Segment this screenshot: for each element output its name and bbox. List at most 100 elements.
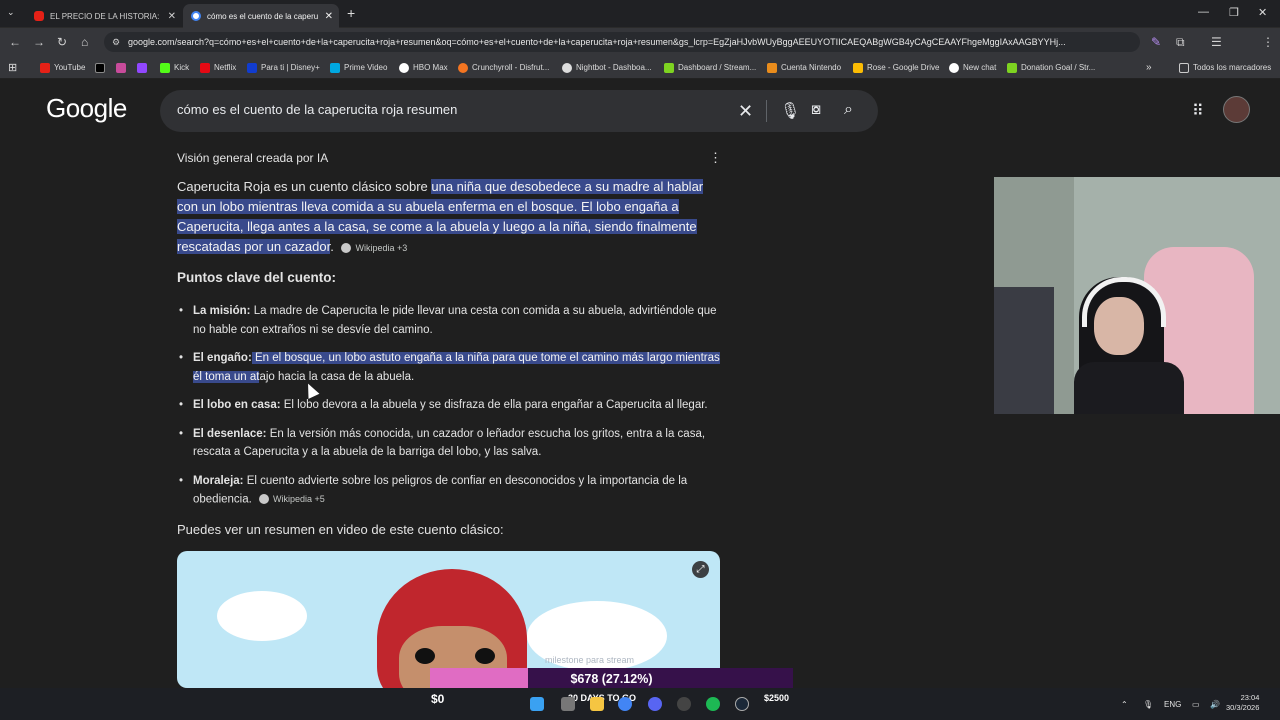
bookmark-kick[interactable]: Kick <box>160 56 189 79</box>
search-icon[interactable]: ⌕ <box>844 101 853 119</box>
list-item: El desenlace: En la versión más conocida… <box>179 425 728 462</box>
home-icon[interactable]: ⌂ <box>81 35 88 49</box>
bookmark-ext-1[interactable] <box>116 56 130 79</box>
google-icon <box>191 11 201 21</box>
new-tab-button[interactable]: + <box>347 5 355 21</box>
discord-icon[interactable] <box>648 697 662 711</box>
address-bar[interactable]: ⚙ google.com/search?q=cómo+es+el+cuento+… <box>104 32 1140 52</box>
character-eye <box>415 648 435 664</box>
ai-summary: Caperucita Roja es un cuento clásico sob… <box>177 177 722 258</box>
bookmark-nightbot[interactable]: Nightbot - Dashboa... <box>562 56 652 79</box>
bookmark-youtube[interactable]: YouTube <box>40 56 85 79</box>
more-options-icon[interactable]: ⋮ <box>709 150 722 166</box>
bookmark-hbo[interactable]: HBO Max <box>399 56 448 79</box>
reload-icon[interactable]: ↻ <box>57 35 67 49</box>
person-body <box>1074 362 1184 414</box>
display-icon[interactable]: ▭ <box>1192 700 1200 709</box>
search-box[interactable]: cómo es el cuento de la caperucita roja … <box>160 90 878 132</box>
bookmark-crunchyroll[interactable]: Crunchyroll - Disfrut... <box>458 56 549 79</box>
disney-icon <box>247 62 257 73</box>
twitch-icon <box>137 62 147 73</box>
minimize-icon[interactable]: — <box>1198 6 1209 18</box>
close-window-icon[interactable]: ✕ <box>1258 6 1267 19</box>
bookmarks-more-icon[interactable]: » <box>1146 56 1152 79</box>
maximize-icon[interactable]: ❐ <box>1229 6 1239 19</box>
youtube-icon <box>34 11 44 21</box>
chrome-icon[interactable] <box>618 697 632 711</box>
volume-icon[interactable]: 🔊 <box>1210 700 1220 709</box>
chat-icon <box>949 62 959 73</box>
menu-icon[interactable]: ⋮ <box>1262 35 1274 49</box>
bookmark-donation-goal[interactable]: Donation Goal / Str... <box>1007 56 1095 79</box>
key-points-list: La misión: La madre de Caperucita le pid… <box>179 302 728 519</box>
tab-google-search[interactable]: cómo es el cuento de la caperu ✕ <box>183 4 339 28</box>
clear-icon[interactable]: ✕ <box>738 101 753 122</box>
url-text: google.com/search?q=cómo+es+el+cuento+de… <box>128 37 1066 47</box>
clock[interactable]: 23:04 30/3/2026 <box>1226 693 1259 713</box>
bookmark-new-chat[interactable]: New chat <box>949 56 996 79</box>
microphone-icon[interactable]: 🎙 <box>780 101 800 121</box>
goal-caption: milestone para stream <box>545 655 635 665</box>
spotify-icon[interactable] <box>706 697 720 711</box>
cloud-shape <box>217 591 307 641</box>
key-points-title: Puntos clave del cuento: <box>177 270 337 285</box>
avatar[interactable] <box>1223 96 1250 123</box>
bookmark-x[interactable] <box>95 56 109 79</box>
reading-list-icon[interactable]: ☰ <box>1211 35 1222 49</box>
windows-start-icon[interactable] <box>530 697 544 711</box>
nightbot-icon <box>562 62 572 73</box>
bookmark-prime[interactable]: Prime Video <box>330 56 387 79</box>
bookmark-streamelements[interactable]: Dashboard / Stream... <box>664 56 756 79</box>
task-view-icon[interactable] <box>561 697 575 711</box>
list-item: La misión: La madre de Caperucita le pid… <box>179 302 728 339</box>
obs-icon[interactable] <box>677 697 691 711</box>
list-item: El lobo en casa: El lobo devora a la abu… <box>179 396 728 415</box>
video-heading: Puedes ver un resumen en video de este c… <box>177 522 504 537</box>
extensions-puzzle-icon[interactable]: ⧉ <box>1176 35 1185 50</box>
donation-goal-bar: $678 (27.12%) <box>430 668 793 690</box>
dashboard-icon <box>664 62 674 73</box>
folder-icon <box>1179 62 1189 73</box>
apps-icon[interactable]: ⊞ <box>8 56 17 79</box>
shelf <box>994 287 1054 414</box>
webcam-overlay <box>994 177 1280 414</box>
bookmarks-bar: ⊞ YouTube Kick Netflix Para ti | Disney+… <box>0 56 1280 79</box>
all-bookmarks[interactable]: Todos los marcadores <box>1179 56 1271 79</box>
nintendo-icon <box>767 62 777 73</box>
microphone-tray-icon[interactable]: 🎙 <box>1143 700 1153 709</box>
source-chip[interactable]: Wikipedia +3 <box>341 238 407 258</box>
language-indicator[interactable]: ENG <box>1164 700 1181 709</box>
prime-video-icon <box>330 62 340 73</box>
tray-chevron-icon[interactable]: ⌃ <box>1121 700 1128 709</box>
taskbar <box>0 688 1280 720</box>
youtube-icon <box>40 62 50 73</box>
bookmark-nintendo[interactable]: Cuenta Nintendo <box>767 56 841 79</box>
site-info-icon[interactable]: ⚙ <box>112 32 120 52</box>
close-tab-icon[interactable]: ✕ <box>325 11 333 22</box>
app-icon <box>116 62 126 73</box>
source-chip[interactable]: Wikipedia +5 <box>259 490 325 509</box>
close-tab-icon[interactable]: ✕ <box>168 11 176 22</box>
lens-icon[interactable]: ⧇ <box>811 101 821 119</box>
goal-amount: $678 (27.12%) <box>570 672 653 686</box>
file-explorer-icon[interactable] <box>590 697 604 711</box>
forward-icon[interactable]: → <box>33 35 45 49</box>
expand-icon[interactable]: ⤢ <box>692 561 709 578</box>
bookmark-disney[interactable]: Para ti | Disney+ <box>247 56 320 79</box>
bookmark-drive[interactable]: Rose - Google Drive <box>853 56 939 79</box>
tab-list-icon[interactable]: ⌄ <box>7 7 15 18</box>
bookmark-netflix[interactable]: Netflix <box>200 56 236 79</box>
tab-youtube[interactable]: EL PRECIO DE LA HISTORIA: NI ✕ <box>26 4 182 28</box>
goal-start: $0 <box>431 692 445 706</box>
bookmark-ext-2[interactable] <box>137 56 151 79</box>
dashboard-icon <box>1007 62 1017 73</box>
character-eye <box>475 648 495 664</box>
google-apps-icon[interactable]: ⠿ <box>1192 101 1204 121</box>
google-logo[interactable]: Google <box>46 93 127 124</box>
search-input[interactable]: cómo es el cuento de la caperucita roja … <box>177 102 457 117</box>
steam-icon[interactable] <box>735 697 749 711</box>
back-icon[interactable]: ← <box>9 35 21 49</box>
tab-strip: ⌄ EL PRECIO DE LA HISTORIA: NI ✕ cómo es… <box>0 0 1280 28</box>
extension-icon[interactable]: ✎ <box>1151 35 1161 49</box>
list-item: El engaño: En el bosque, un lobo astuto … <box>179 349 728 386</box>
